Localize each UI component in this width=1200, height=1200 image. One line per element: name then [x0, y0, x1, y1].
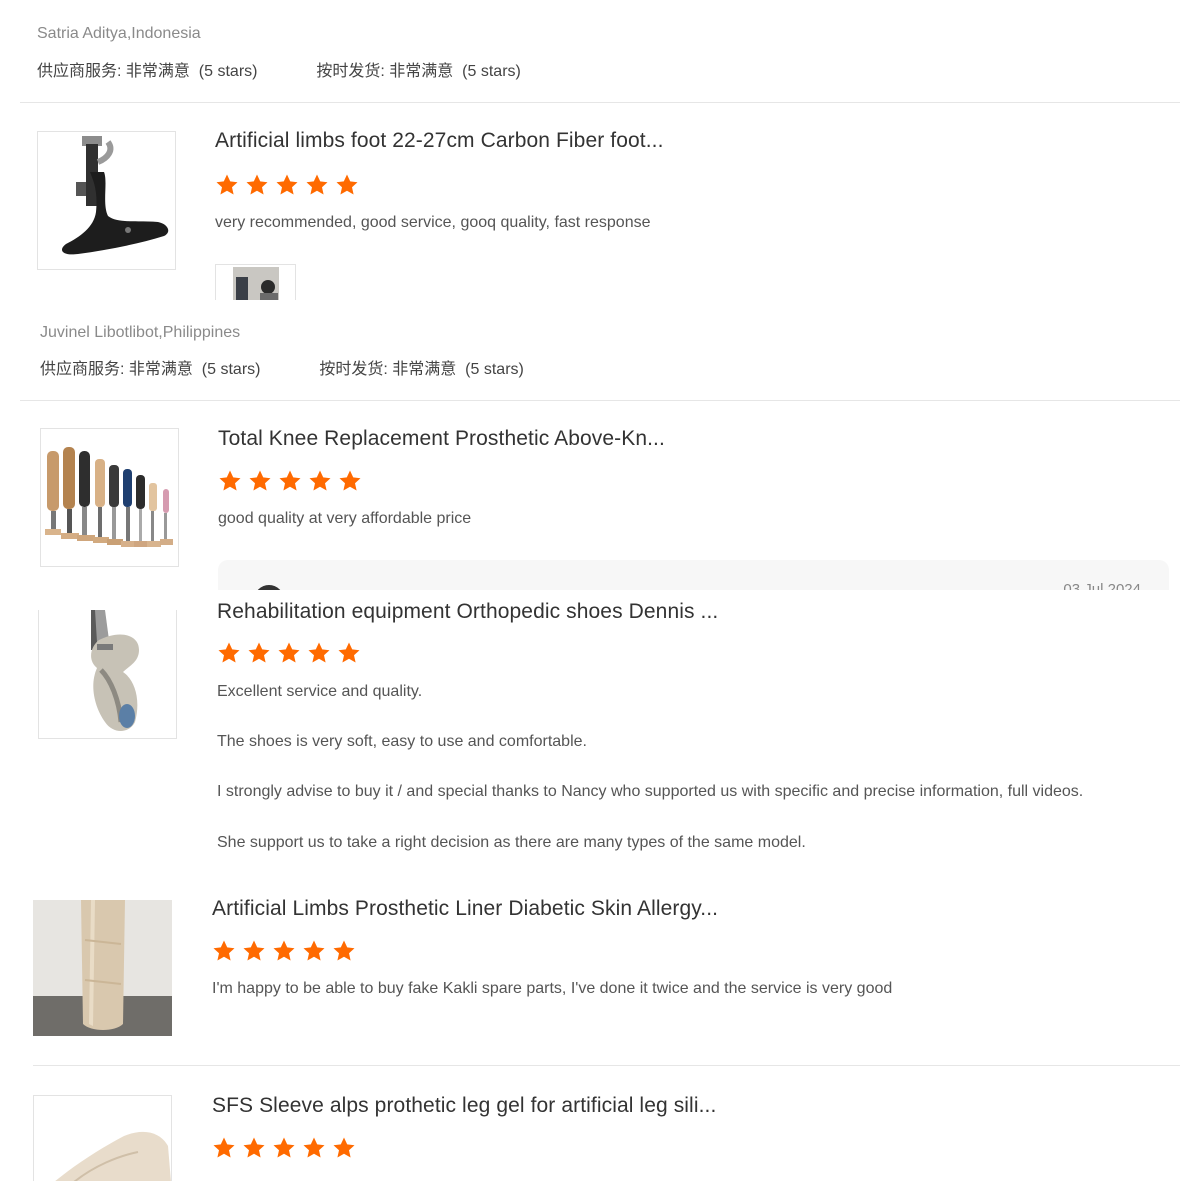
- product-thumbnail[interactable]: [33, 900, 172, 1036]
- star-icon: [275, 173, 299, 197]
- star-icon: [278, 469, 302, 493]
- product-thumbnail[interactable]: [33, 1095, 172, 1181]
- star-icon: [305, 173, 329, 197]
- on-time-shipping-stars: (5 stars): [462, 63, 521, 80]
- review-text-line: She support us to take a right decision …: [217, 834, 806, 851]
- avatar: [254, 585, 284, 590]
- star-icon: [308, 469, 332, 493]
- supplier-service-label: 供应商服务: 非常满意: [37, 63, 190, 80]
- review-photo-image: [216, 265, 295, 300]
- product-thumbnail[interactable]: [40, 428, 179, 567]
- star-icon: [302, 1136, 326, 1160]
- review-text: very recommended, good service, gooq qua…: [215, 214, 651, 231]
- prosthetic-foot-image: [38, 132, 175, 269]
- divider: [20, 102, 1180, 103]
- star-rating: [217, 641, 361, 665]
- star-icon: [245, 173, 269, 197]
- buyer-name: Juvinel Libotlibot,Philippines: [40, 324, 241, 341]
- on-time-shipping-stars: (5 stars): [465, 361, 524, 378]
- on-time-shipping-label: 按时发货: 非常满意: [319, 361, 457, 378]
- star-icon: [215, 173, 239, 197]
- star-rating: [218, 469, 362, 493]
- review-text-line: I strongly advise to buy it / and specia…: [217, 783, 1084, 800]
- review-text: good quality at very affordable price: [218, 510, 472, 527]
- gel-sleeve-image: [34, 1096, 171, 1181]
- star-icon: [272, 1136, 296, 1160]
- supplier-service-stars: (5 stars): [198, 63, 258, 80]
- buyer-ratings: 供应商服务: 非常满意 (5 stars) 按时发货: 非常满意 (5 star…: [37, 57, 521, 81]
- supplier-service-label: 供应商服务: 非常满意: [40, 361, 193, 378]
- review-text-line: Excellent service and quality.: [217, 683, 423, 700]
- supplier-reply-box: 03 Jul 2024: [218, 560, 1169, 590]
- review-text-line: The shoes is very soft, easy to use and …: [217, 733, 587, 750]
- divider: [33, 1065, 1180, 1066]
- star-icon: [332, 1136, 356, 1160]
- star-icon: [242, 1136, 266, 1160]
- star-icon: [218, 469, 242, 493]
- star-icon: [242, 939, 266, 963]
- divider: [20, 400, 1180, 401]
- star-icon: [332, 939, 356, 963]
- reply-date: 03 Jul 2024: [1063, 581, 1141, 590]
- buyer-ratings: 供应商服务: 非常满意 (5 stars) 按时发货: 非常满意 (5 star…: [40, 355, 524, 379]
- star-icon: [307, 641, 331, 665]
- star-icon: [277, 641, 301, 665]
- product-title[interactable]: Total Knee Replacement Prosthetic Above-…: [218, 427, 665, 451]
- star-rating: [215, 173, 359, 197]
- review-text: I'm happy to be able to buy fake Kakli s…: [212, 980, 893, 997]
- product-title[interactable]: Artificial Limbs Prosthetic Liner Diabet…: [212, 897, 718, 921]
- review-photo-thumbnail[interactable]: [215, 264, 296, 300]
- star-icon: [272, 939, 296, 963]
- star-icon: [338, 469, 362, 493]
- prosthetic-liner-image: [33, 900, 172, 1036]
- supplier-service-stars: (5 stars): [201, 361, 261, 378]
- star-icon: [248, 469, 272, 493]
- star-icon: [247, 641, 271, 665]
- product-title[interactable]: Artificial limbs foot 22-27cm Carbon Fib…: [215, 129, 664, 153]
- on-time-shipping-label: 按时发货: 非常满意: [316, 63, 454, 80]
- prosthetic-legs-image: [41, 429, 178, 566]
- buyer-name: Satria Aditya,Indonesia: [37, 25, 201, 42]
- star-icon: [217, 641, 241, 665]
- star-icon: [337, 641, 361, 665]
- orthopedic-shoe-image: [39, 610, 176, 738]
- product-thumbnail[interactable]: [37, 131, 176, 270]
- star-rating: [212, 1136, 356, 1160]
- product-title[interactable]: SFS Sleeve alps prothetic leg gel for ar…: [212, 1094, 716, 1118]
- star-icon: [212, 939, 236, 963]
- product-thumbnail[interactable]: [38, 610, 177, 739]
- star-icon: [335, 173, 359, 197]
- star-rating: [212, 939, 356, 963]
- star-icon: [212, 1136, 236, 1160]
- product-title[interactable]: Rehabilitation equipment Orthopedic shoe…: [217, 600, 718, 624]
- star-icon: [302, 939, 326, 963]
